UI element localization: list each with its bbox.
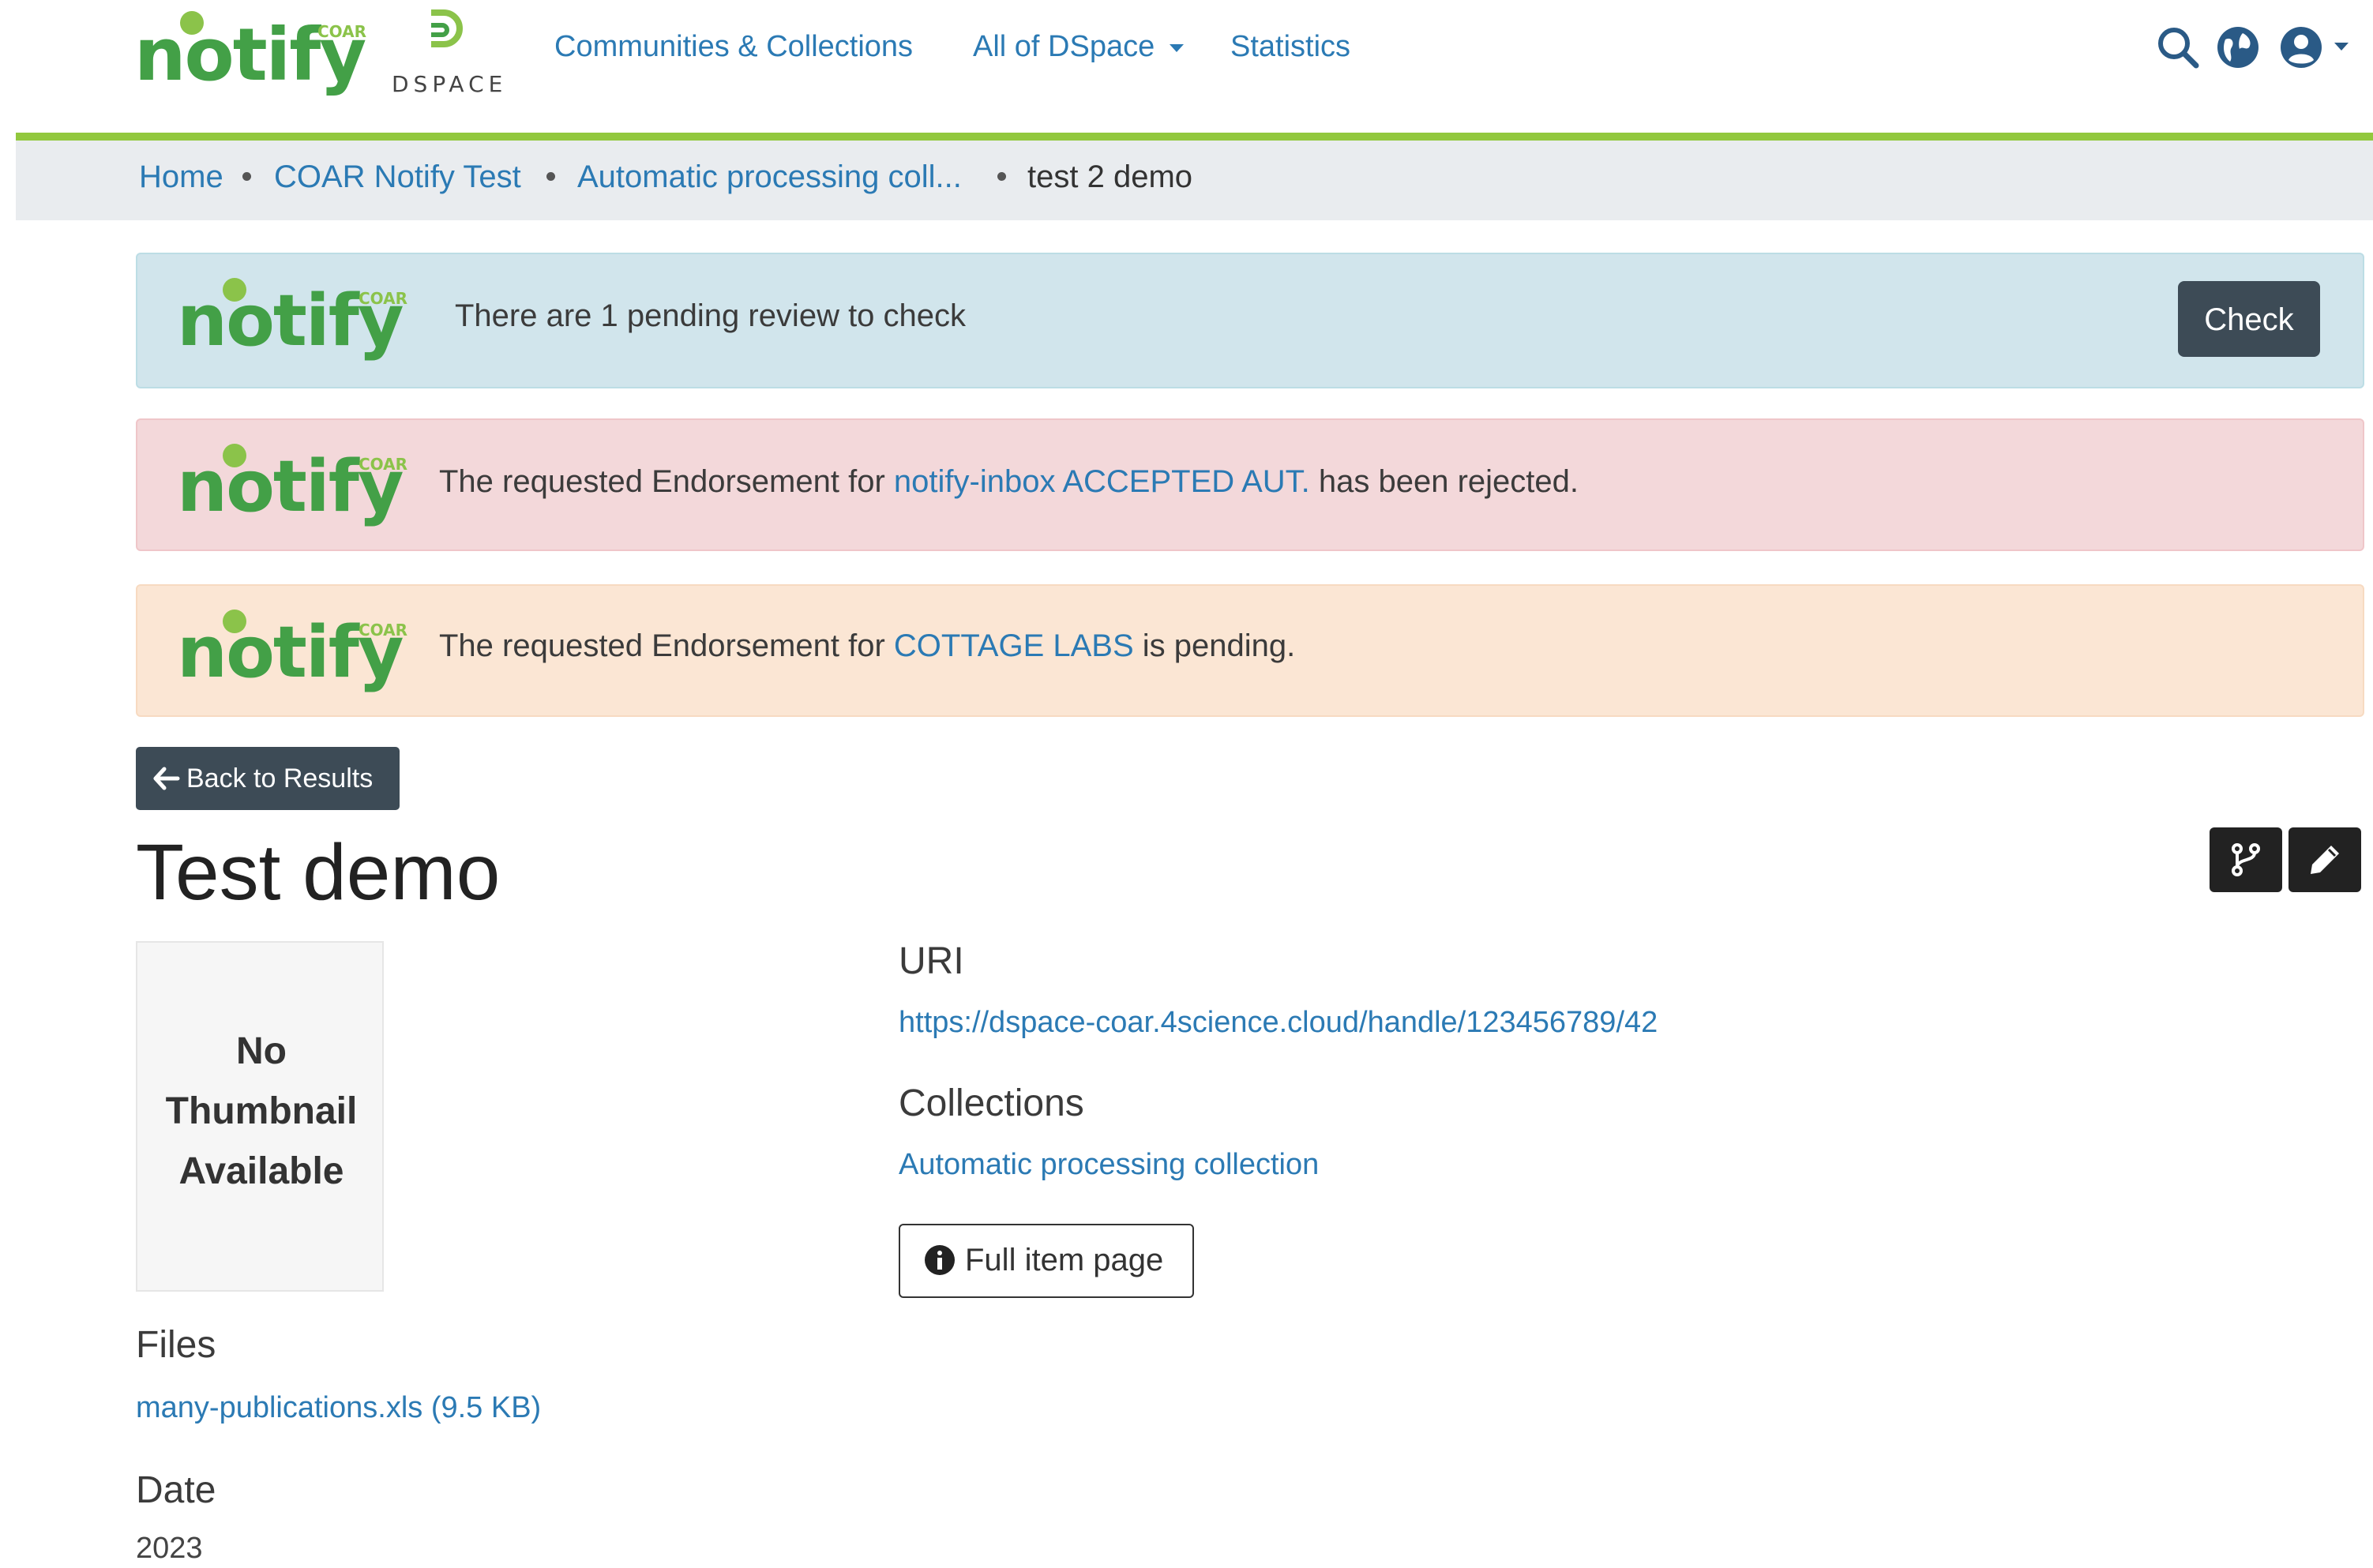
breadcrumb-current: test 2 demo — [1027, 159, 1193, 194]
date-label: Date — [136, 1469, 216, 1511]
chevron-down-icon — [1169, 43, 1184, 52]
collections-label: Collections — [899, 1082, 1084, 1124]
pending-review-text: There are 1 pending review to check — [455, 298, 967, 333]
thumbnail-placeholder: No Thumbnail Available — [136, 941, 384, 1292]
code-branch-icon — [2232, 843, 2260, 876]
thumbnail-line: No — [236, 1030, 287, 1072]
alert-suffix: has been rejected. — [1309, 464, 1579, 499]
notify-logo: notify COAR — [177, 610, 414, 696]
logo-coar-tag: COAR — [359, 289, 408, 308]
caret-down-icon[interactable] — [2333, 41, 2350, 52]
service-link[interactable]: notify-inbox ACCEPTED AUT. — [894, 464, 1310, 499]
dspace-icon — [431, 9, 463, 47]
nav-communities-collections[interactable]: Communities & Collections — [554, 30, 913, 64]
full-item-page-label: Full item page — [965, 1243, 1164, 1277]
pending-review-alert: notify COAR There are 1 pending review t… — [136, 253, 2364, 388]
breadcrumb-community[interactable]: COAR Notify Test — [274, 155, 521, 199]
files-label: Files — [136, 1324, 216, 1366]
logo-coar-tag: COAR — [317, 22, 367, 41]
nav-all-of-dspace[interactable]: All of DSpace — [973, 30, 1185, 64]
globe-icon[interactable] — [2216, 25, 2260, 69]
full-item-page-button[interactable]: Full item page — [899, 1224, 1194, 1298]
back-to-results-label: Back to Results — [186, 763, 374, 793]
endorsement-rejected-text: The requested Endorsement for notify-inb… — [439, 464, 1579, 500]
header-accent-bar — [16, 133, 2373, 141]
breadcrumb-home[interactable]: Home — [139, 155, 223, 199]
logo-coar-tag: COAR — [359, 621, 408, 640]
notify-logo: notify COAR — [177, 278, 414, 365]
endorsement-pending-text: The requested Endorsement for COTTAGE LA… — [439, 628, 1295, 664]
notify-logo[interactable]: notify COAR — [134, 11, 371, 98]
nav-statistics[interactable]: Statistics — [1230, 30, 1350, 64]
uri-label: URI — [899, 940, 964, 982]
service-link[interactable]: COTTAGE LABS — [894, 628, 1134, 663]
endorsement-rejected-alert: notify COAR The requested Endorsement fo… — [136, 418, 2364, 551]
alert-prefix: The requested Endorsement for — [439, 464, 894, 499]
pencil-icon — [2311, 846, 2339, 874]
collection-link[interactable]: Automatic processing collection — [899, 1148, 1319, 1182]
endorsement-pending-alert: notify COAR The requested Endorsement fo… — [136, 584, 2364, 717]
thumbnail-line: Thumbnail — [165, 1090, 358, 1132]
check-button[interactable]: Check — [2178, 281, 2320, 357]
edit-button[interactable] — [2289, 827, 2361, 892]
logo-coar-tag: COAR — [359, 455, 408, 474]
breadcrumb-collection[interactable]: Automatic processing coll... — [577, 155, 962, 199]
top-navbar: notify COAR DSPACE Communities & Collect… — [0, 0, 2373, 133]
alert-prefix: The requested Endorsement for — [439, 628, 894, 663]
search-icon[interactable] — [2156, 25, 2200, 69]
nav-all-of-dspace-label: All of DSpace — [973, 30, 1155, 63]
thumbnail-line: Available — [178, 1150, 344, 1192]
date-value: 2023 — [136, 1532, 203, 1565]
alert-suffix: is pending. — [1133, 628, 1296, 663]
uri-link[interactable]: https://dspace-coar.4science.cloud/handl… — [899, 1006, 1658, 1040]
back-to-results-button[interactable]: Back to Results — [136, 747, 400, 810]
notify-logo: notify COAR — [177, 444, 414, 531]
file-link[interactable]: many-publications.xls (9.5 KB) — [136, 1391, 541, 1425]
page-title: Test demo — [136, 828, 501, 917]
dspace-logo[interactable]: DSPACE — [392, 8, 510, 97]
dspace-wordmark: DSPACE — [392, 71, 508, 97]
version-button[interactable] — [2210, 827, 2282, 892]
info-circle-icon — [925, 1245, 955, 1275]
breadcrumb-separator — [242, 172, 251, 181]
breadcrumb-separator — [546, 172, 555, 181]
arrow-left-icon — [153, 767, 180, 790]
user-icon[interactable] — [2279, 25, 2323, 69]
breadcrumb-separator — [997, 172, 1006, 181]
